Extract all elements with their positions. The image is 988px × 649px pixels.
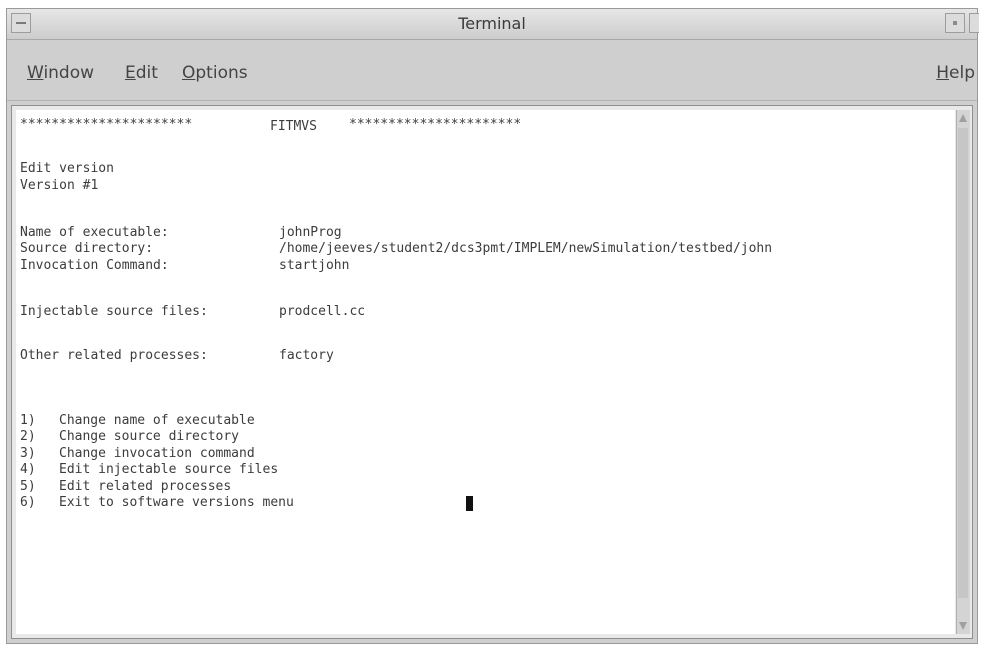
terminal-output[interactable]: ********************** FITMVS **********… <box>16 110 955 634</box>
injectable-label: Injectable source files: <box>20 304 208 319</box>
menu-edit-label: dit <box>135 63 158 83</box>
field-value: johnProg <box>279 225 342 240</box>
menu-help-label: elp <box>949 63 975 83</box>
option-number: 6) <box>20 495 36 510</box>
terminal-frame: ********************** FITMVS **********… <box>11 105 973 639</box>
field-value: startjohn <box>279 258 350 273</box>
menu-options-mnemonic: O <box>182 63 196 83</box>
related-value: factory <box>279 348 334 363</box>
menu-help[interactable]: Help <box>936 63 975 83</box>
vertical-scrollbar[interactable] <box>956 110 970 634</box>
text-cursor <box>466 496 473 511</box>
related-label: Other related processes: <box>20 348 208 363</box>
menu-options[interactable]: Options <box>182 63 248 83</box>
option-text: Change name of executable <box>59 413 255 428</box>
menu-help-mnemonic: H <box>936 63 950 83</box>
header-stars-left: ********************** <box>20 117 193 132</box>
menu-options-label: ptions <box>195 63 248 83</box>
option-number: 1) <box>20 413 36 428</box>
option-number: 2) <box>20 429 36 444</box>
scroll-up-icon[interactable] <box>959 114 967 122</box>
header-title: FITMVS <box>270 119 317 134</box>
scrollbar-thumb[interactable] <box>958 128 968 598</box>
menu-edit-mnemonic: E <box>125 63 136 83</box>
field-label: Name of executable: <box>20 225 169 240</box>
injectable-value: prodcell.cc <box>279 304 366 319</box>
menu-window-mnemonic: W <box>27 63 44 83</box>
option-number: 5) <box>20 479 36 494</box>
window-title: Terminal <box>458 14 526 33</box>
scroll-down-icon[interactable] <box>959 622 967 630</box>
menu-window[interactable]: Window <box>27 63 94 83</box>
field-label: Invocation Command: <box>20 258 169 273</box>
field-value: /home/jeeves/student2/dcs3pmt/IMPLEM/new… <box>279 241 773 256</box>
mode-label: Edit version <box>20 161 114 176</box>
minimize-icon <box>953 21 957 25</box>
option-text: Exit to software versions menu <box>59 495 294 510</box>
title-bar[interactable]: Terminal <box>7 9 979 40</box>
terminal-window: Terminal Window Edit Options Help ******… <box>6 8 979 644</box>
menu-window-label: indow <box>43 63 95 83</box>
option-number: 3) <box>20 446 36 461</box>
menu-edit[interactable]: Edit <box>125 63 158 83</box>
option-text: Change source directory <box>59 429 240 444</box>
maximize-button[interactable] <box>969 13 979 33</box>
option-text: Edit related processes <box>59 479 232 494</box>
option-text: Edit injectable source files <box>59 462 279 477</box>
header-stars-right: ********************** <box>349 117 522 132</box>
option-text: Change invocation command <box>59 446 255 461</box>
option-number: 4) <box>20 462 36 477</box>
minimize-button[interactable] <box>945 13 965 33</box>
menu-bar: Window Edit Options Help <box>7 40 977 101</box>
field-label: Source directory: <box>20 241 154 256</box>
version-label: Version #1 <box>20 178 99 193</box>
